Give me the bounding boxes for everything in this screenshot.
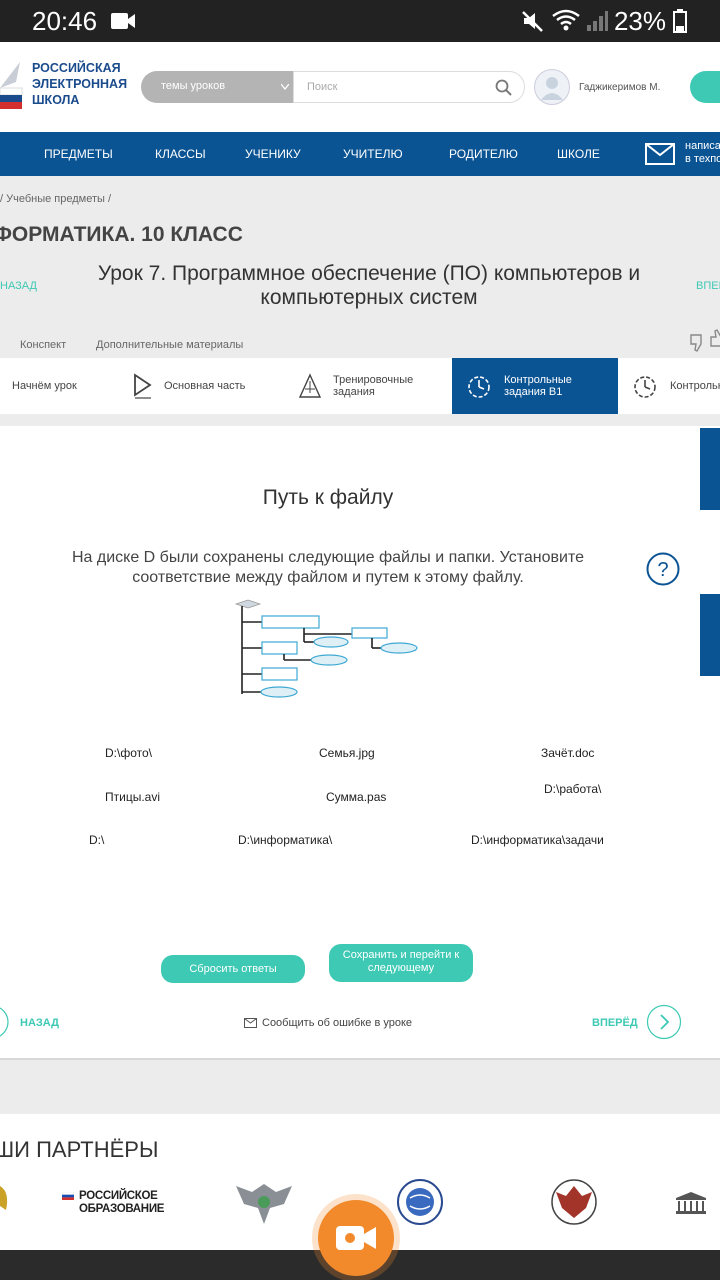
- site-header: РОССИЙСКАЯ ЭЛЕКТРОННАЯ ШКОЛА темы уроков…: [0, 42, 720, 132]
- support-line: написать: [685, 140, 720, 152]
- step-label: Контрольные задания В1: [504, 374, 572, 398]
- header-action-button[interactable]: [690, 71, 720, 103]
- tab-extra-materials[interactable]: Дополнительные материалы: [96, 339, 243, 351]
- record-button[interactable]: [318, 1200, 394, 1276]
- task-card: Путь к файлу На диске D были сохранены с…: [0, 426, 720, 1060]
- user-name[interactable]: Гаджикеримов М.: [579, 82, 660, 93]
- step-label: Контрольные задания В2: [670, 380, 720, 392]
- envelope-icon[interactable]: [645, 143, 675, 165]
- library-building-icon[interactable]: [674, 1192, 708, 1214]
- ministry-emblem-icon[interactable]: [234, 1178, 294, 1226]
- partners-title: ШИ ПАРТНЁРЫ: [0, 1137, 159, 1162]
- side-tab[interactable]: [700, 428, 720, 510]
- lesson-title: Урок 7. Программное обеспечение (ПО) ком…: [97, 262, 641, 309]
- mute-icon: [522, 11, 543, 32]
- report-error-link[interactable]: Сообщить об ошибке в уроке: [262, 1017, 412, 1029]
- nav-item-subjects[interactable]: ПРЕДМЕТЫ: [44, 147, 113, 161]
- help-icon[interactable]: ?: [646, 552, 680, 586]
- save-next-button[interactable]: Сохранить и перейти к следующему: [329, 944, 473, 982]
- drag-item[interactable]: D:\информатика\: [238, 833, 332, 847]
- lesson-steps: Начнём урок Основная часть Тренировочные…: [0, 358, 720, 414]
- partner-line: ОБРАЗОВАНИЕ: [79, 1203, 165, 1215]
- step-start[interactable]: Начнём урок: [0, 358, 114, 414]
- support-link[interactable]: написать в техпо: [685, 140, 720, 166]
- logo-line: ШКОЛА: [32, 93, 80, 107]
- lesson-back-link[interactable]: НАЗАД: [0, 280, 37, 292]
- search-category-value: темы уроков: [161, 80, 226, 92]
- lesson-forward-link[interactable]: ВПЕР: [696, 280, 720, 292]
- status-time: 20:46: [32, 6, 98, 36]
- nav-item-student[interactable]: УЧЕНИКУ: [245, 147, 301, 161]
- task-text: На диске D были сохранены следующие файл…: [71, 549, 585, 586]
- nav-item-classes[interactable]: КЛАССЫ: [155, 147, 206, 161]
- step-control-b1[interactable]: Контрольные задания В1: [452, 358, 618, 414]
- drag-item[interactable]: Птицы.avi: [105, 790, 160, 804]
- step-training[interactable]: Тренировочные задания: [299, 358, 451, 414]
- partner-russian-education[interactable]: РОССИЙСКОЕ ОБРАЗОВАНИЕ: [79, 1190, 164, 1216]
- drag-item[interactable]: D:\фото\: [105, 746, 152, 760]
- chevron-down-icon: [281, 84, 289, 90]
- tab-summary[interactable]: Конспект: [20, 339, 66, 351]
- step-label: Начнём урок: [12, 380, 77, 392]
- nav-item-parent[interactable]: РОДИТЕЛЮ: [449, 147, 518, 161]
- battery-icon: [673, 9, 687, 33]
- search-placeholder: Поиск: [307, 81, 338, 93]
- drag-item[interactable]: D:\информатика\задачи: [471, 833, 604, 847]
- search-input[interactable]: Поиск: [293, 71, 525, 103]
- step-main-part[interactable]: Основная часть: [132, 358, 282, 414]
- svg-text:?: ?: [657, 559, 668, 581]
- main-nav: ПРЕДМЕТЫ КЛАССЫ УЧЕНИКУ УЧИТЕЛЮ РОДИТЕЛЮ…: [0, 132, 720, 176]
- course-title: ФОРМАТИКА. 10 КЛАСС: [0, 223, 243, 246]
- avatar[interactable]: [534, 69, 570, 105]
- drag-item[interactable]: Зачёт.doc: [541, 746, 594, 760]
- task-title: Путь к файлу: [262, 486, 394, 509]
- drag-item[interactable]: D:\работа\: [544, 782, 601, 796]
- logo-icon[interactable]: [0, 58, 26, 114]
- nav-item-school[interactable]: ШКОЛЕ: [557, 147, 600, 161]
- mail-icon: [244, 1018, 257, 1028]
- nav-item-teacher[interactable]: УЧИТЕЛЮ: [343, 147, 403, 161]
- search-icon[interactable]: [495, 79, 512, 96]
- step-label: Тренировочные задания: [333, 374, 414, 398]
- drag-item[interactable]: Семья.jpg: [319, 746, 375, 760]
- logo-line: ЭЛЕКТРОННАЯ: [32, 77, 128, 91]
- eagle-emblem-icon[interactable]: [0, 1182, 12, 1214]
- folder-tree-diagram: [234, 599, 418, 698]
- chevron-left-icon[interactable]: [0, 1004, 10, 1040]
- chevron-right-icon[interactable]: [646, 1004, 682, 1040]
- geographic-society-emblem-icon[interactable]: [392, 1178, 448, 1226]
- logo-text[interactable]: РОССИЙСКАЯ ЭЛЕКТРОННАЯ ШКОЛА: [32, 60, 142, 108]
- thumbs-up-icon[interactable]: [709, 328, 720, 348]
- russia-flag-icon: [62, 1192, 74, 1200]
- logo-line: РОССИЙСКАЯ: [32, 61, 121, 75]
- side-tab[interactable]: [700, 594, 720, 676]
- partner-line: РОССИЙСКОЕ: [79, 1190, 158, 1202]
- video-camera-icon: [111, 13, 135, 29]
- step-control-b2[interactable]: Контрольные задания В2: [632, 358, 720, 414]
- wifi-icon: [552, 9, 580, 31]
- signal-icon: [587, 11, 608, 31]
- drag-item[interactable]: D:\: [89, 833, 104, 847]
- play-icon: [134, 373, 152, 399]
- breadcrumb[interactable]: / Учебные предметы /: [0, 193, 111, 205]
- search-category-select[interactable]: темы уроков: [141, 71, 293, 103]
- video-record-icon: [336, 1226, 376, 1250]
- timer-icon: [468, 376, 490, 398]
- battery-percent: 23%: [613, 6, 666, 36]
- status-bar: 20:46 23%: [0, 0, 720, 42]
- drag-item[interactable]: Сумма.pas: [326, 790, 386, 804]
- step-label: Основная часть: [164, 380, 246, 392]
- military-historical-emblem-icon[interactable]: [548, 1178, 600, 1226]
- task-forward-link[interactable]: ВПЕРЁД: [592, 1017, 638, 1029]
- flask-icon: [299, 373, 321, 398]
- support-line: в техпо: [685, 153, 720, 165]
- user-icon: [541, 77, 563, 100]
- reset-answers-button[interactable]: Сбросить ответы: [161, 955, 305, 983]
- timer-icon: [634, 376, 656, 398]
- thumbs-down-icon[interactable]: [689, 333, 707, 353]
- task-back-link[interactable]: НАЗАД: [20, 1017, 59, 1029]
